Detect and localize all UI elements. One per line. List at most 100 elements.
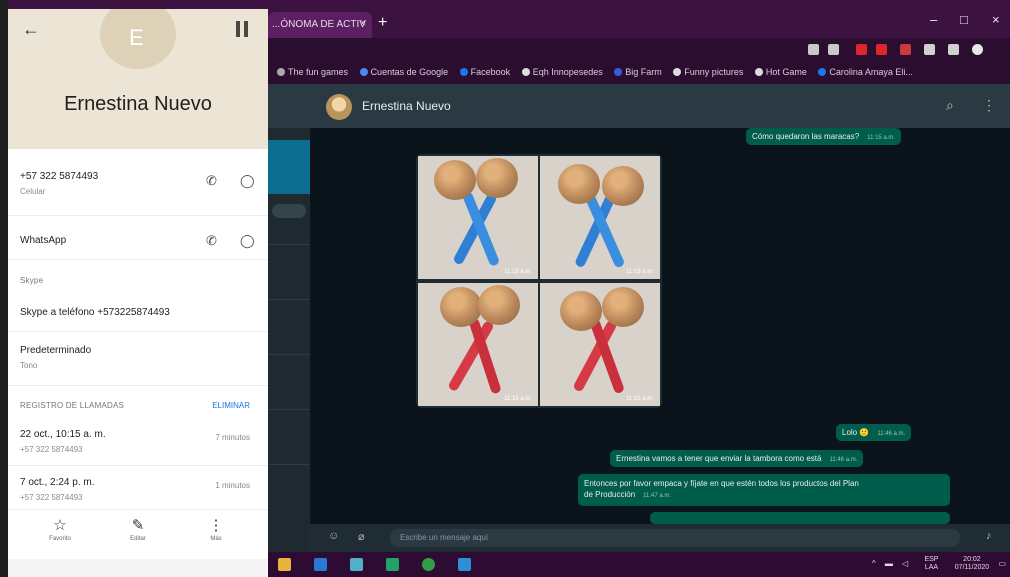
divider [8,385,268,386]
divider [8,215,268,216]
browser-tab[interactable]: ...ÓNOMA DE ACTIV × [268,12,372,38]
chat-list-item-selected[interactable] [268,140,310,194]
menu-icon[interactable]: ⋮ [982,97,996,114]
message-out[interactable]: Entonces por favor empaca y fíjate en qu… [578,474,950,506]
minimize-button[interactable]: – [930,12,937,27]
contact-name: Ernestina Nuevo [64,93,212,115]
message-out[interactable]: Ernestina vamos a tener que enviar la ta… [610,450,864,467]
notifications-icon[interactable]: ▭ [998,559,1006,568]
bookmark-item[interactable]: Funny pictures [673,67,743,77]
file-explorer-icon[interactable] [278,558,291,571]
maraca-head [434,160,476,200]
more-icon: ⋮ [208,517,224,534]
qr-code-icon[interactable] [236,21,252,37]
skype-call-label: Skype a teléfono +573225874493 [20,307,170,318]
message-out[interactable]: Cómo quedaron las maracas? 11:15 a.m. [746,128,902,145]
bookmark-item[interactable]: Facebook [459,67,510,77]
extension-icon[interactable] [876,44,887,55]
message-list: Cómo quedaron las maracas? 11:15 a.m. 11:… [310,128,1010,524]
extension-icon[interactable] [808,44,819,55]
screen: ...ÓNOMA DE ACTIV × + – □ × The fun game… [0,0,1010,577]
photo-maracas[interactable]: 11:15 a.m. [540,156,660,279]
avatar[interactable] [326,94,352,120]
photo-maracas[interactable]: 11:15 a.m. [540,283,660,406]
network-icon[interactable]: ▬ [885,559,893,568]
phone-row[interactable]: +57 322 5874493 Celular ✆ ◯ [20,171,260,196]
sidebar-header [268,84,310,128]
chat-title[interactable]: Ernestina Nuevo [362,99,451,113]
search-icon[interactable]: ⌕ [946,97,954,114]
puzzle-icon[interactable] [948,44,959,55]
message-input[interactable]: Escribe un mensaje aquí [390,529,960,547]
word-icon[interactable] [314,558,327,571]
extension-icon[interactable] [924,44,935,55]
emoji-icon[interactable]: ☺ [328,530,339,542]
tab-close-icon[interactable]: × [360,18,366,29]
star-icon[interactable] [828,44,839,55]
chrome-icon[interactable] [422,558,435,571]
profile-icon[interactable] [972,44,983,55]
maraca-head [560,291,602,331]
message-out[interactable] [650,512,950,524]
whatsapp-web: Ernestina Nuevo ⌕ ⋮ Cómo quedaron las ma… [268,84,1010,552]
photo-maracas[interactable]: 11:15 a.m. [418,283,538,406]
skype-call-row[interactable]: Skype a teléfono +573225874493 [20,307,260,318]
phone-icon[interactable]: ✆ [206,173,217,189]
ringtone-row[interactable]: Predeterminado Tono [20,345,260,370]
phone-number: +57 322 5874493 [20,171,99,182]
close-window-button[interactable]: × [992,12,1000,27]
photo-time: 11:15 a.m. [504,396,532,402]
bookmark-item[interactable]: Cuentas de Google [359,67,448,77]
chat-list [268,84,310,552]
contact-header: ← E Ernestina Nuevo [8,9,268,149]
photo-time: 11:15 a.m. [626,269,654,275]
app-icon[interactable] [350,558,363,571]
whatsapp-label: WhatsApp [20,235,67,246]
whatsapp-call-icon[interactable]: ✆ [206,233,217,249]
bookmark-item[interactable]: The fun games [277,67,348,77]
excel-icon[interactable] [386,558,399,571]
message-icon[interactable]: ◯ [240,173,255,189]
call-duration: 7 minutos [215,433,250,442]
call-number: +57 322 5874493 [20,493,83,502]
maraca-head [476,158,518,198]
attach-icon[interactable]: ⌀ [358,530,365,543]
favorite-button[interactable]: ☆ Favorito [30,516,90,542]
bookmark-item[interactable]: Hot Game [754,67,807,77]
divider [8,331,268,332]
chat-header: Ernestina Nuevo ⌕ ⋮ [310,84,1010,128]
photo-maracas[interactable]: 11:15 a.m. [418,156,538,279]
language-indicator[interactable]: ESP LAA [917,556,938,572]
extension-icon[interactable] [900,44,911,55]
maximize-button[interactable]: □ [960,12,968,27]
contact-action-bar: ☆ Favorito ✎ Editar ⋮ Más [8,509,268,559]
call-log-item[interactable]: 7 oct., 2:24 p. m. +57 322 5874493 1 min… [20,477,260,502]
tray-chevron-icon[interactable]: ^ [872,559,876,568]
image-album[interactable]: 11:15 a.m. 11:15 a.m. 11:15 a.m. 11:15 a… [416,154,662,408]
app-icon[interactable] [458,558,471,571]
maraca-head [602,287,644,327]
whatsapp-message-icon[interactable]: ◯ [240,233,255,249]
bookmarks-bar: The fun games Cuentas de Google Facebook… [268,62,1010,84]
call-log-item[interactable]: 22 oct., 10:15 a. m. +57 322 5874493 7 m… [20,429,260,454]
search-chats[interactable] [272,204,306,218]
volume-icon[interactable]: ◁ [902,559,908,568]
microphone-icon[interactable]: ♪ [986,530,992,542]
clock[interactable]: 20:02 07/11/2020 [948,556,990,572]
divider [8,465,268,466]
maraca-head [440,287,482,327]
bookmark-item[interactable]: Eqh Innopesedes [521,67,603,77]
whatsapp-row[interactable]: WhatsApp ✆ ◯ [20,233,260,249]
more-button[interactable]: ⋮ Más [186,516,246,542]
skype-section: Skype [20,276,260,285]
extension-icon[interactable] [856,44,867,55]
bookmark-item[interactable]: Big Farm [614,67,662,77]
bookmark-item[interactable]: Carolina Amaya Eli... [818,67,913,77]
delete-history-button[interactable]: ELIMINAR [212,401,250,410]
edit-button[interactable]: ✎ Editar [108,516,168,542]
message-out[interactable]: Lolo 🙂 11:46 a.m. [836,424,912,441]
maraca-head [558,164,600,204]
system-tray: ^ ▬ ◁ ESP LAA 20:02 07/11/2020 ▭ [865,556,1006,572]
back-button[interactable]: ← [22,19,40,40]
new-tab-button[interactable]: + [378,14,387,32]
